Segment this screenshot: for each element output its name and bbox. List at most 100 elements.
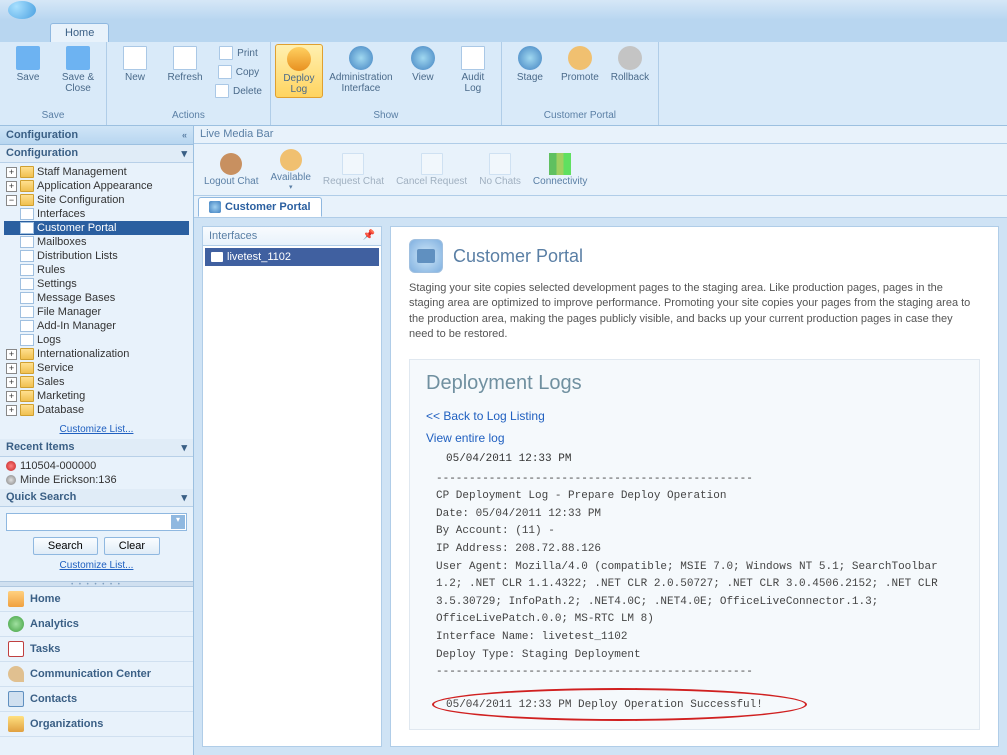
recent-header[interactable]: Recent Items▾	[0, 439, 193, 457]
deploy-logs-title: Deployment Logs	[426, 372, 963, 395]
recent-item-1[interactable]: 110504-000000	[6, 459, 187, 473]
portal-title: Customer Portal	[453, 246, 583, 267]
nav-analytics[interactable]: Analytics	[0, 612, 193, 637]
config-tree: +Staff Management +Application Appearanc…	[0, 163, 193, 419]
view-button[interactable]: View	[399, 44, 447, 85]
new-button[interactable]: New	[111, 44, 159, 85]
chat-toolbar: Logout Chat Available▾ Request Chat Canc…	[194, 144, 1007, 196]
nav-org[interactable]: Organizations	[0, 712, 193, 737]
tree-mailboxes[interactable]: Mailboxes	[4, 235, 189, 249]
ribbon: Save Save & Close Save New Refresh Print…	[0, 42, 1007, 126]
rollback-button[interactable]: Rollback	[606, 44, 654, 85]
ribbon-tabs: Home	[0, 20, 1007, 42]
tab-home[interactable]: Home	[50, 23, 109, 42]
tree-database[interactable]: +Database	[4, 403, 189, 417]
recent-list: 110504-000000 Minde Erickson:136	[0, 457, 193, 489]
title-bar	[0, 0, 1007, 20]
copy-button[interactable]: Copy	[211, 63, 266, 81]
dropdown-icon: ▾	[289, 183, 293, 191]
tree-rules[interactable]: Rules	[4, 263, 189, 277]
nav-tasks[interactable]: Tasks	[0, 637, 193, 662]
admin-interface-button[interactable]: Administration Interface	[325, 44, 397, 96]
org-icon	[8, 716, 24, 732]
save-button[interactable]: Save	[4, 44, 52, 85]
stage-button[interactable]: Stage	[506, 44, 554, 85]
config-header[interactable]: Configuration«	[0, 126, 193, 145]
qsearch-header[interactable]: Quick Search▾	[0, 489, 193, 507]
tree-addin[interactable]: Add-In Manager	[4, 319, 189, 333]
no-chats-button[interactable]: No Chats	[475, 151, 525, 189]
request-chat-button[interactable]: Request Chat	[319, 151, 388, 189]
nav-contacts[interactable]: Contacts	[0, 687, 193, 712]
tree-service[interactable]: +Service	[4, 361, 189, 375]
group-label-actions: Actions	[111, 108, 266, 123]
document-tabs: Customer Portal	[194, 196, 1007, 218]
livemedia-bar: Live Media Bar	[194, 126, 1007, 144]
log-timestamp: 05/04/2011 12:33 PM	[446, 453, 963, 465]
portal-logo-icon	[409, 239, 443, 273]
tree-msg-bases[interactable]: Message Bases	[4, 291, 189, 305]
promote-button[interactable]: Promote	[556, 44, 604, 85]
group-label-portal: Customer Portal	[506, 108, 654, 123]
view-log-link[interactable]: View entire log	[426, 431, 963, 445]
log-body: ----------------------------------------…	[426, 471, 963, 682]
collapse-icon[interactable]: «	[182, 130, 187, 140]
interface-item[interactable]: livetest_1102	[205, 248, 379, 266]
group-label-save: Save	[4, 108, 102, 123]
recent-item-2[interactable]: Minde Erickson:136	[6, 473, 187, 487]
audit-log-button[interactable]: Audit Log	[449, 44, 497, 96]
clear-button[interactable]: Clear	[104, 537, 160, 555]
tree-intl[interactable]: +Internationalization	[4, 347, 189, 361]
tree-site-config[interactable]: −Site Configuration	[4, 193, 189, 207]
tree-sales[interactable]: +Sales	[4, 375, 189, 389]
incident-icon	[6, 461, 16, 471]
portal-panel: Customer Portal Staging your site copies…	[390, 226, 999, 747]
deploy-log-button[interactable]: Deploy Log	[275, 44, 323, 98]
config-subheader[interactable]: Configuration▾	[0, 145, 193, 163]
connectivity-button[interactable]: Connectivity	[529, 151, 591, 189]
tree-logs[interactable]: Logs	[4, 333, 189, 347]
back-link[interactable]: << Back to Log Listing	[426, 409, 963, 423]
app-orb-icon[interactable]	[8, 1, 36, 19]
customize-link[interactable]: Customize List...	[60, 424, 134, 435]
group-label-show: Show	[275, 108, 497, 123]
dropdown-icon[interactable]: ▾	[171, 515, 185, 529]
available-button[interactable]: Available▾	[267, 147, 315, 193]
tree-staff[interactable]: +Staff Management	[4, 165, 189, 179]
tree-dist-lists[interactable]: Distribution Lists	[4, 249, 189, 263]
tree-app-appearance[interactable]: +Application Appearance	[4, 179, 189, 193]
pin-icon[interactable]: 📌	[363, 230, 375, 242]
tree-marketing[interactable]: +Marketing	[4, 389, 189, 403]
home-icon	[8, 591, 24, 607]
nav-list: Home Analytics Tasks Communication Cente…	[0, 587, 193, 737]
qsearch-input[interactable]	[6, 513, 187, 531]
portal-icon	[209, 201, 221, 213]
analytics-icon	[8, 616, 24, 632]
tasks-icon	[8, 641, 24, 657]
logout-chat-button[interactable]: Logout Chat	[200, 151, 263, 189]
success-text: 05/04/2011 12:33 PM Deploy Operation Suc…	[446, 699, 763, 711]
customize-link-2[interactable]: Customize List...	[60, 560, 134, 571]
tree-file-mgr[interactable]: File Manager	[4, 305, 189, 319]
tree-interfaces[interactable]: Interfaces	[4, 207, 189, 221]
cancel-request-button[interactable]: Cancel Request	[392, 151, 471, 189]
interfaces-panel: Interfaces 📌 livetest_1102	[202, 226, 382, 747]
contact-icon	[6, 475, 16, 485]
save-close-button[interactable]: Save & Close	[54, 44, 102, 96]
doctab-customer-portal[interactable]: Customer Portal	[198, 197, 322, 217]
success-highlight: 05/04/2011 12:33 PM Deploy Operation Suc…	[436, 692, 803, 717]
nav-home[interactable]: Home	[0, 587, 193, 612]
tree-settings[interactable]: Settings	[4, 277, 189, 291]
print-button[interactable]: Print	[211, 44, 266, 62]
interface-icon	[211, 252, 223, 262]
tree-customer-portal[interactable]: Customer Portal	[4, 221, 189, 235]
contacts-icon	[8, 691, 24, 707]
comm-icon	[8, 666, 24, 682]
nav-comm[interactable]: Communication Center	[0, 662, 193, 687]
refresh-button[interactable]: Refresh	[161, 44, 209, 85]
sidebar: Configuration« Configuration▾ +Staff Man…	[0, 126, 194, 755]
delete-button[interactable]: Delete	[211, 82, 266, 100]
deploy-box: Deployment Logs << Back to Log Listing V…	[409, 359, 980, 730]
search-button[interactable]: Search	[33, 537, 98, 555]
interfaces-title: Interfaces	[209, 230, 257, 242]
